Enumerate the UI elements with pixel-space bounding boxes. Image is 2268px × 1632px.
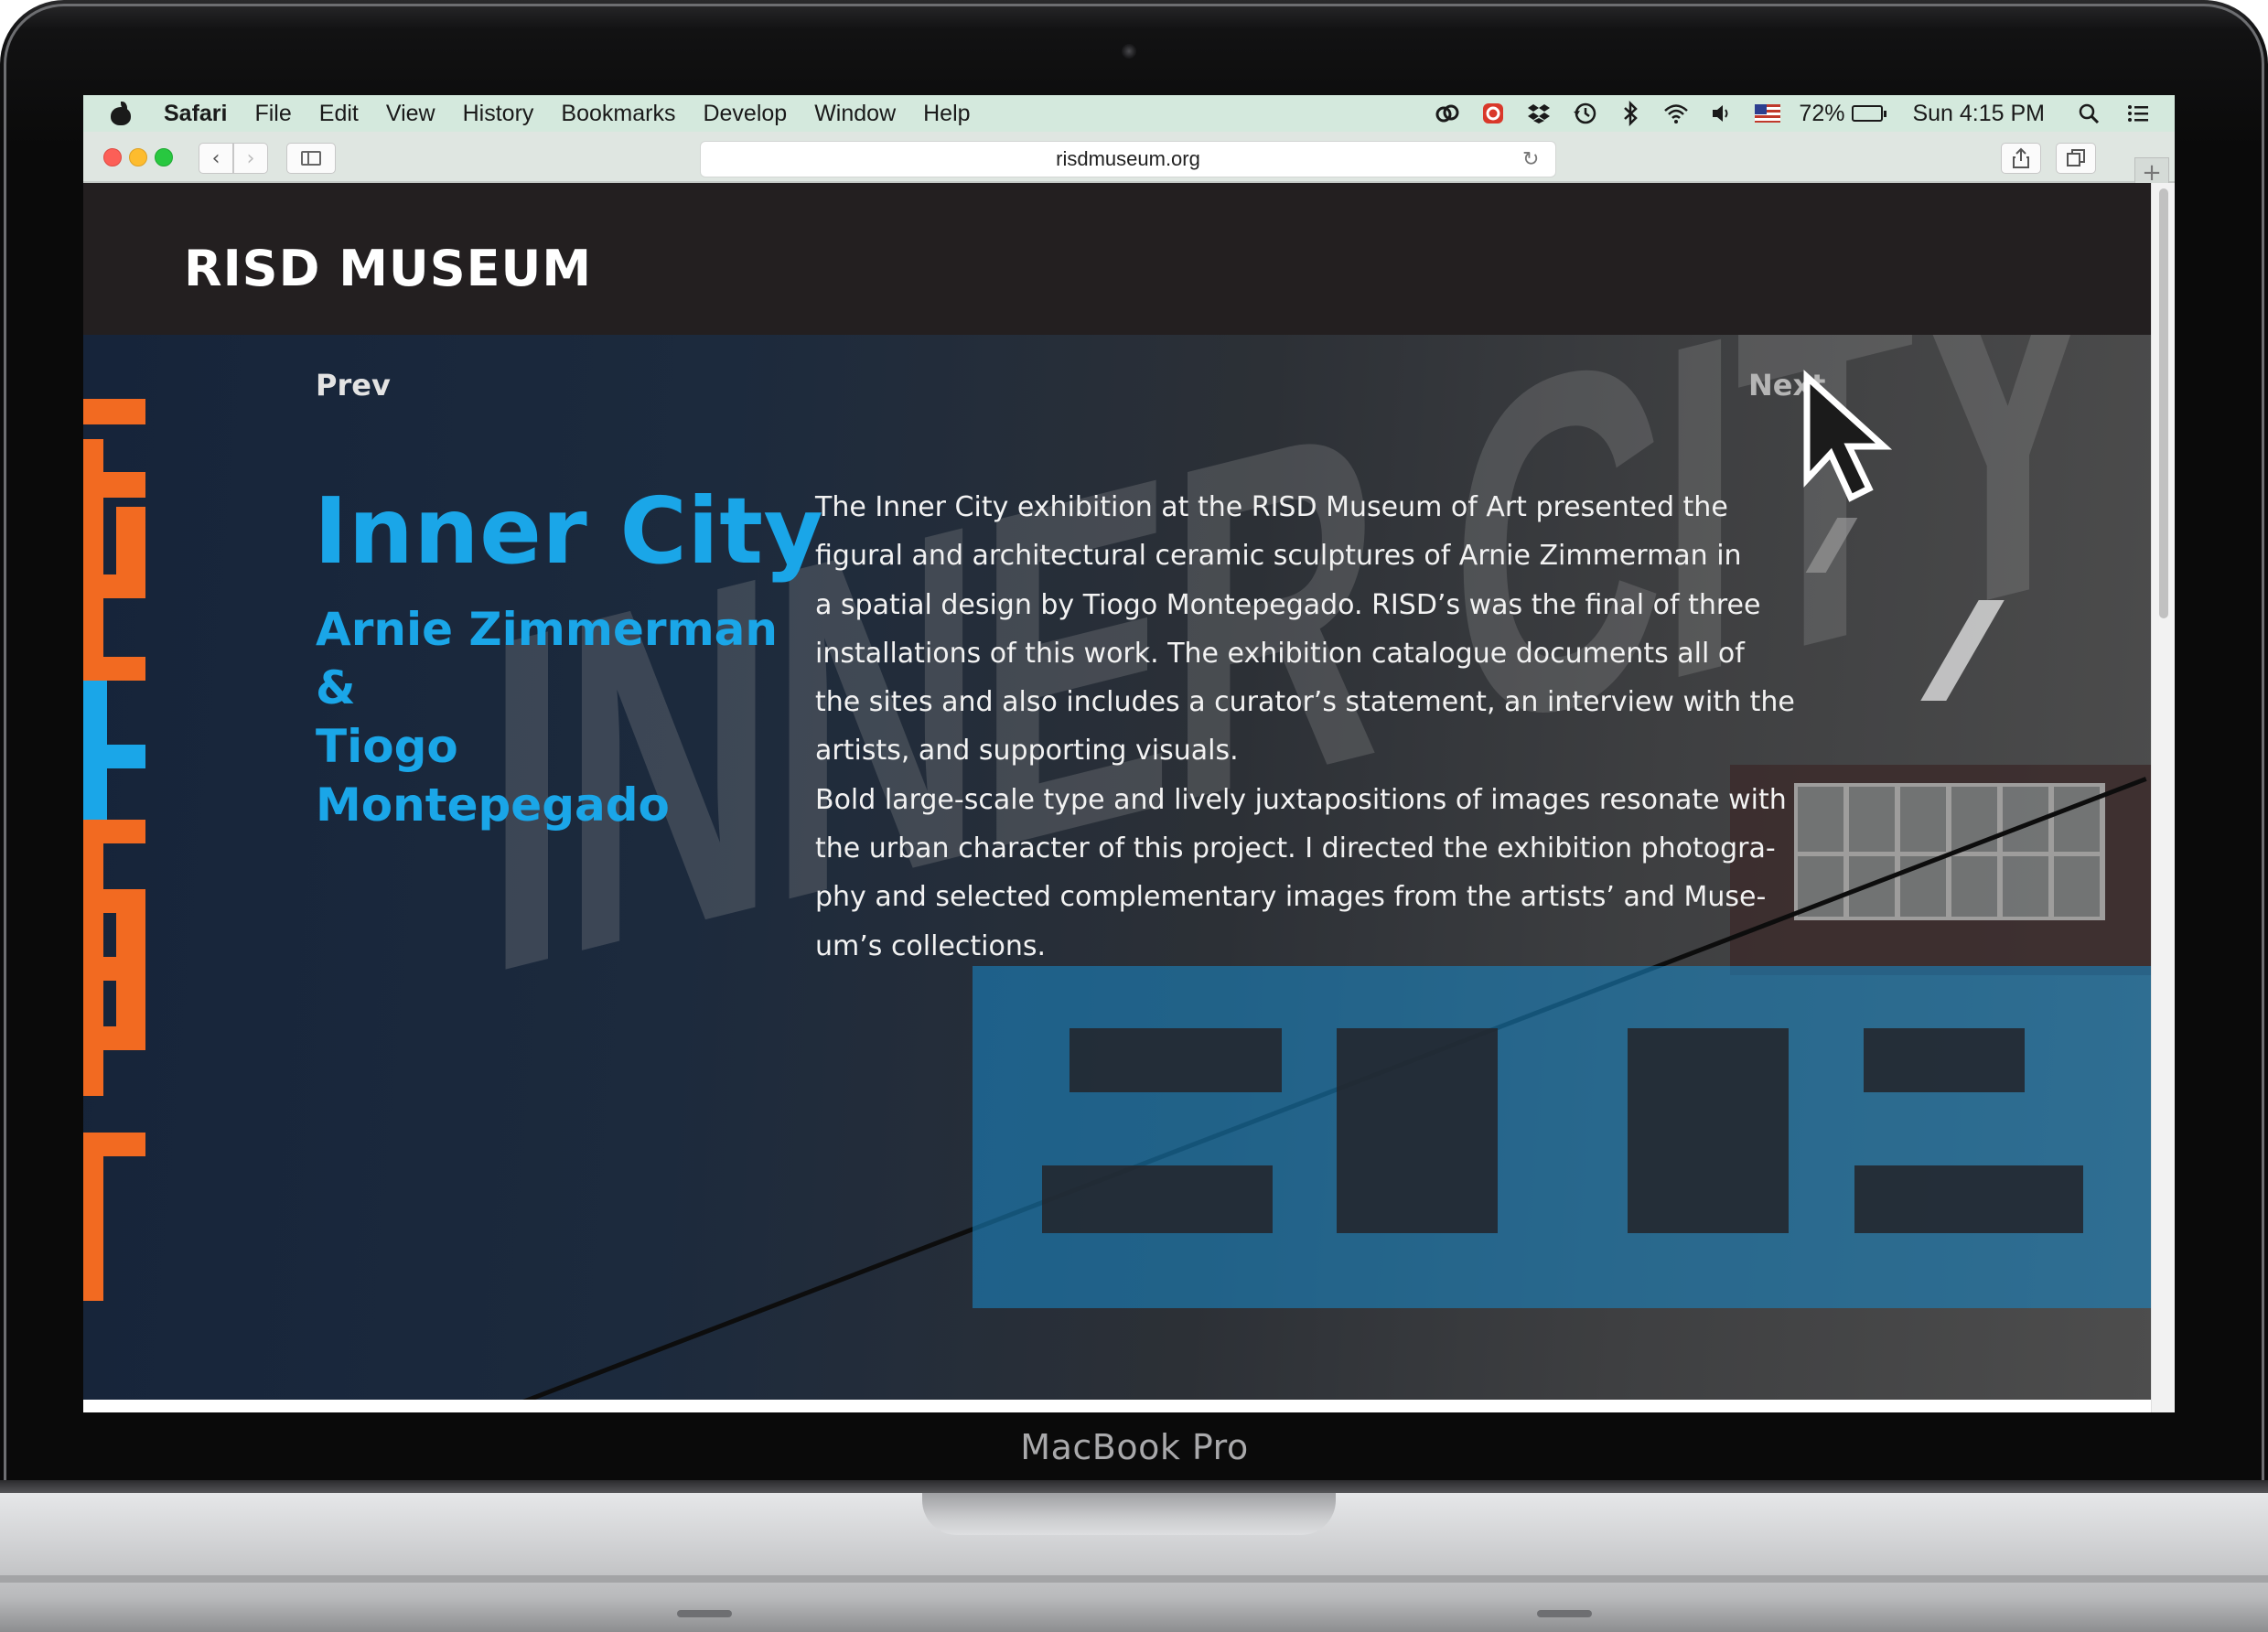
reload-icon[interactable]: ↻ [1522, 149, 1542, 169]
web-page: RISD MUSEUM INNER CITY Prev Next Inner C… [83, 183, 2151, 1400]
chevron-left-icon: ‹ [211, 146, 220, 170]
creative-cloud-icon[interactable] [1435, 101, 1460, 126]
us-flag-icon[interactable] [1755, 104, 1781, 123]
menu-edit[interactable]: Edit [319, 101, 359, 127]
side-type-bar [83, 657, 145, 681]
menu-develop[interactable]: Develop [703, 101, 787, 127]
address-url: risdmuseum.org [1056, 147, 1200, 170]
hero-type-cutout [1042, 1165, 1273, 1233]
menu-bar: Safari File Edit View History Bookmarks … [83, 95, 2175, 132]
hero-type-cutout [1628, 1028, 1789, 1233]
menu-history[interactable]: History [463, 101, 534, 127]
volume-icon[interactable] [1709, 101, 1735, 126]
description-line: the urban character of this project. I d… [815, 832, 1776, 865]
side-type-bar [83, 574, 145, 598]
share-button[interactable] [2001, 143, 2041, 174]
side-type-bar [116, 507, 145, 574]
bluetooth-icon[interactable] [1618, 101, 1643, 126]
forward-button[interactable]: › [233, 143, 268, 174]
menu-view[interactable]: View [386, 101, 435, 127]
show-tabs-button[interactable] [2056, 143, 2096, 174]
browser-toolbar: ‹ › risdmuseum.org ↻ + [83, 132, 2175, 188]
share-icon [2013, 147, 2029, 168]
exhibition-description: The Inner City exhibition at the RISD Mu… [815, 483, 1849, 971]
side-type-bar [83, 745, 145, 768]
description-line: Bold large-scale type and lively juxtapo… [815, 783, 1787, 816]
site-header: RISD MUSEUM [83, 183, 2151, 335]
battery-icon[interactable] [1852, 105, 1887, 122]
side-type-bar [83, 889, 145, 913]
menu-file[interactable]: File [254, 101, 291, 127]
page-scrollbar[interactable] [2151, 183, 2175, 1412]
description-line: um’s collections. [815, 929, 1047, 962]
time-machine-icon[interactable] [1572, 101, 1597, 126]
hero-blue-type-block [973, 966, 2151, 1308]
side-type-bar [116, 913, 145, 1050]
camera-icon [1122, 44, 1136, 59]
laptop-foot [677, 1610, 732, 1617]
list-icon[interactable] [2125, 101, 2151, 126]
sidebar-icon [301, 151, 321, 166]
apple-icon[interactable] [111, 102, 131, 125]
menu-bar-status: 72% Sun 4:15 PM [1435, 95, 2175, 132]
search-icon[interactable] [2076, 101, 2101, 126]
hero-type-cutout [1864, 1028, 2025, 1092]
device-label: MacBook Pro [1020, 1427, 1249, 1467]
battery-percent[interactable]: 72% [1799, 101, 1844, 127]
mouse-cursor-icon [1803, 370, 1893, 502]
menu-clock[interactable]: Sun 4:15 PM [1912, 101, 2045, 127]
artists-line: Tiogo Montepegado [316, 720, 670, 832]
laptop-foot [1537, 1610, 1592, 1617]
record-icon[interactable] [1480, 101, 1506, 126]
description-line: The Inner City exhibition at the RISD Mu… [815, 491, 1728, 523]
scroll-thumb[interactable] [2159, 188, 2168, 618]
side-type-bar [83, 399, 145, 424]
side-type-bar [83, 472, 145, 498]
hero-section: INNER CITY Prev Next Inner City Arnie Zi… [83, 335, 2151, 1400]
menu-help[interactable]: Help [923, 101, 970, 127]
site-logo[interactable]: RISD MUSEUM [184, 240, 592, 297]
exhibition-title: Inner City [314, 478, 824, 585]
description-line: artists, and supporting visuals. [815, 735, 1239, 768]
laptop-base-edge [0, 1575, 2268, 1583]
hero-type-cutout [1337, 1028, 1498, 1233]
description-line: a spatial design by Tiogo Montepegado. R… [815, 588, 1761, 621]
description-line: the sites and also includes a curator’s … [815, 686, 1795, 719]
menu-bookmarks[interactable]: Bookmarks [561, 101, 675, 127]
laptop-lid-notch [922, 1493, 1336, 1535]
back-button[interactable]: ‹ [199, 143, 233, 174]
address-bar[interactable]: risdmuseum.org ↻ [700, 141, 1556, 177]
side-type-bar [83, 1133, 103, 1301]
dropbox-icon[interactable] [1526, 101, 1552, 126]
menu-app-name[interactable]: Safari [164, 101, 227, 127]
minimize-window-button[interactable] [129, 148, 147, 166]
description-line: installations of this work. The exhibiti… [815, 637, 1745, 670]
zoom-window-button[interactable] [155, 148, 173, 166]
exhibition-artists: Arnie Zimmerman & Tiogo Montepegado [316, 600, 791, 834]
screen: Safari File Edit View History Bookmarks … [83, 95, 2175, 1412]
hero-type-cutout [1854, 1165, 2083, 1233]
wifi-icon[interactable] [1663, 101, 1689, 126]
laptop-mockup: Safari File Edit View History Bookmarks … [0, 0, 2268, 1632]
close-window-button[interactable] [103, 148, 122, 166]
description-line: figural and architectural ceramic sculpt… [815, 540, 1742, 573]
tabs-icon [2067, 149, 2085, 166]
prev-link[interactable]: Prev [316, 368, 391, 403]
page-bottom-edge [83, 1400, 2151, 1412]
hero-type-cutout [1070, 1028, 1282, 1092]
artists-line: Arnie Zimmerman & [316, 603, 779, 714]
side-type-graphic [83, 335, 147, 1400]
description-line: phy and selected complementary images fr… [815, 881, 1767, 914]
chevron-right-icon: › [246, 146, 255, 170]
sidebar-toggle-button[interactable] [286, 143, 336, 174]
menu-window[interactable]: Window [814, 101, 896, 127]
